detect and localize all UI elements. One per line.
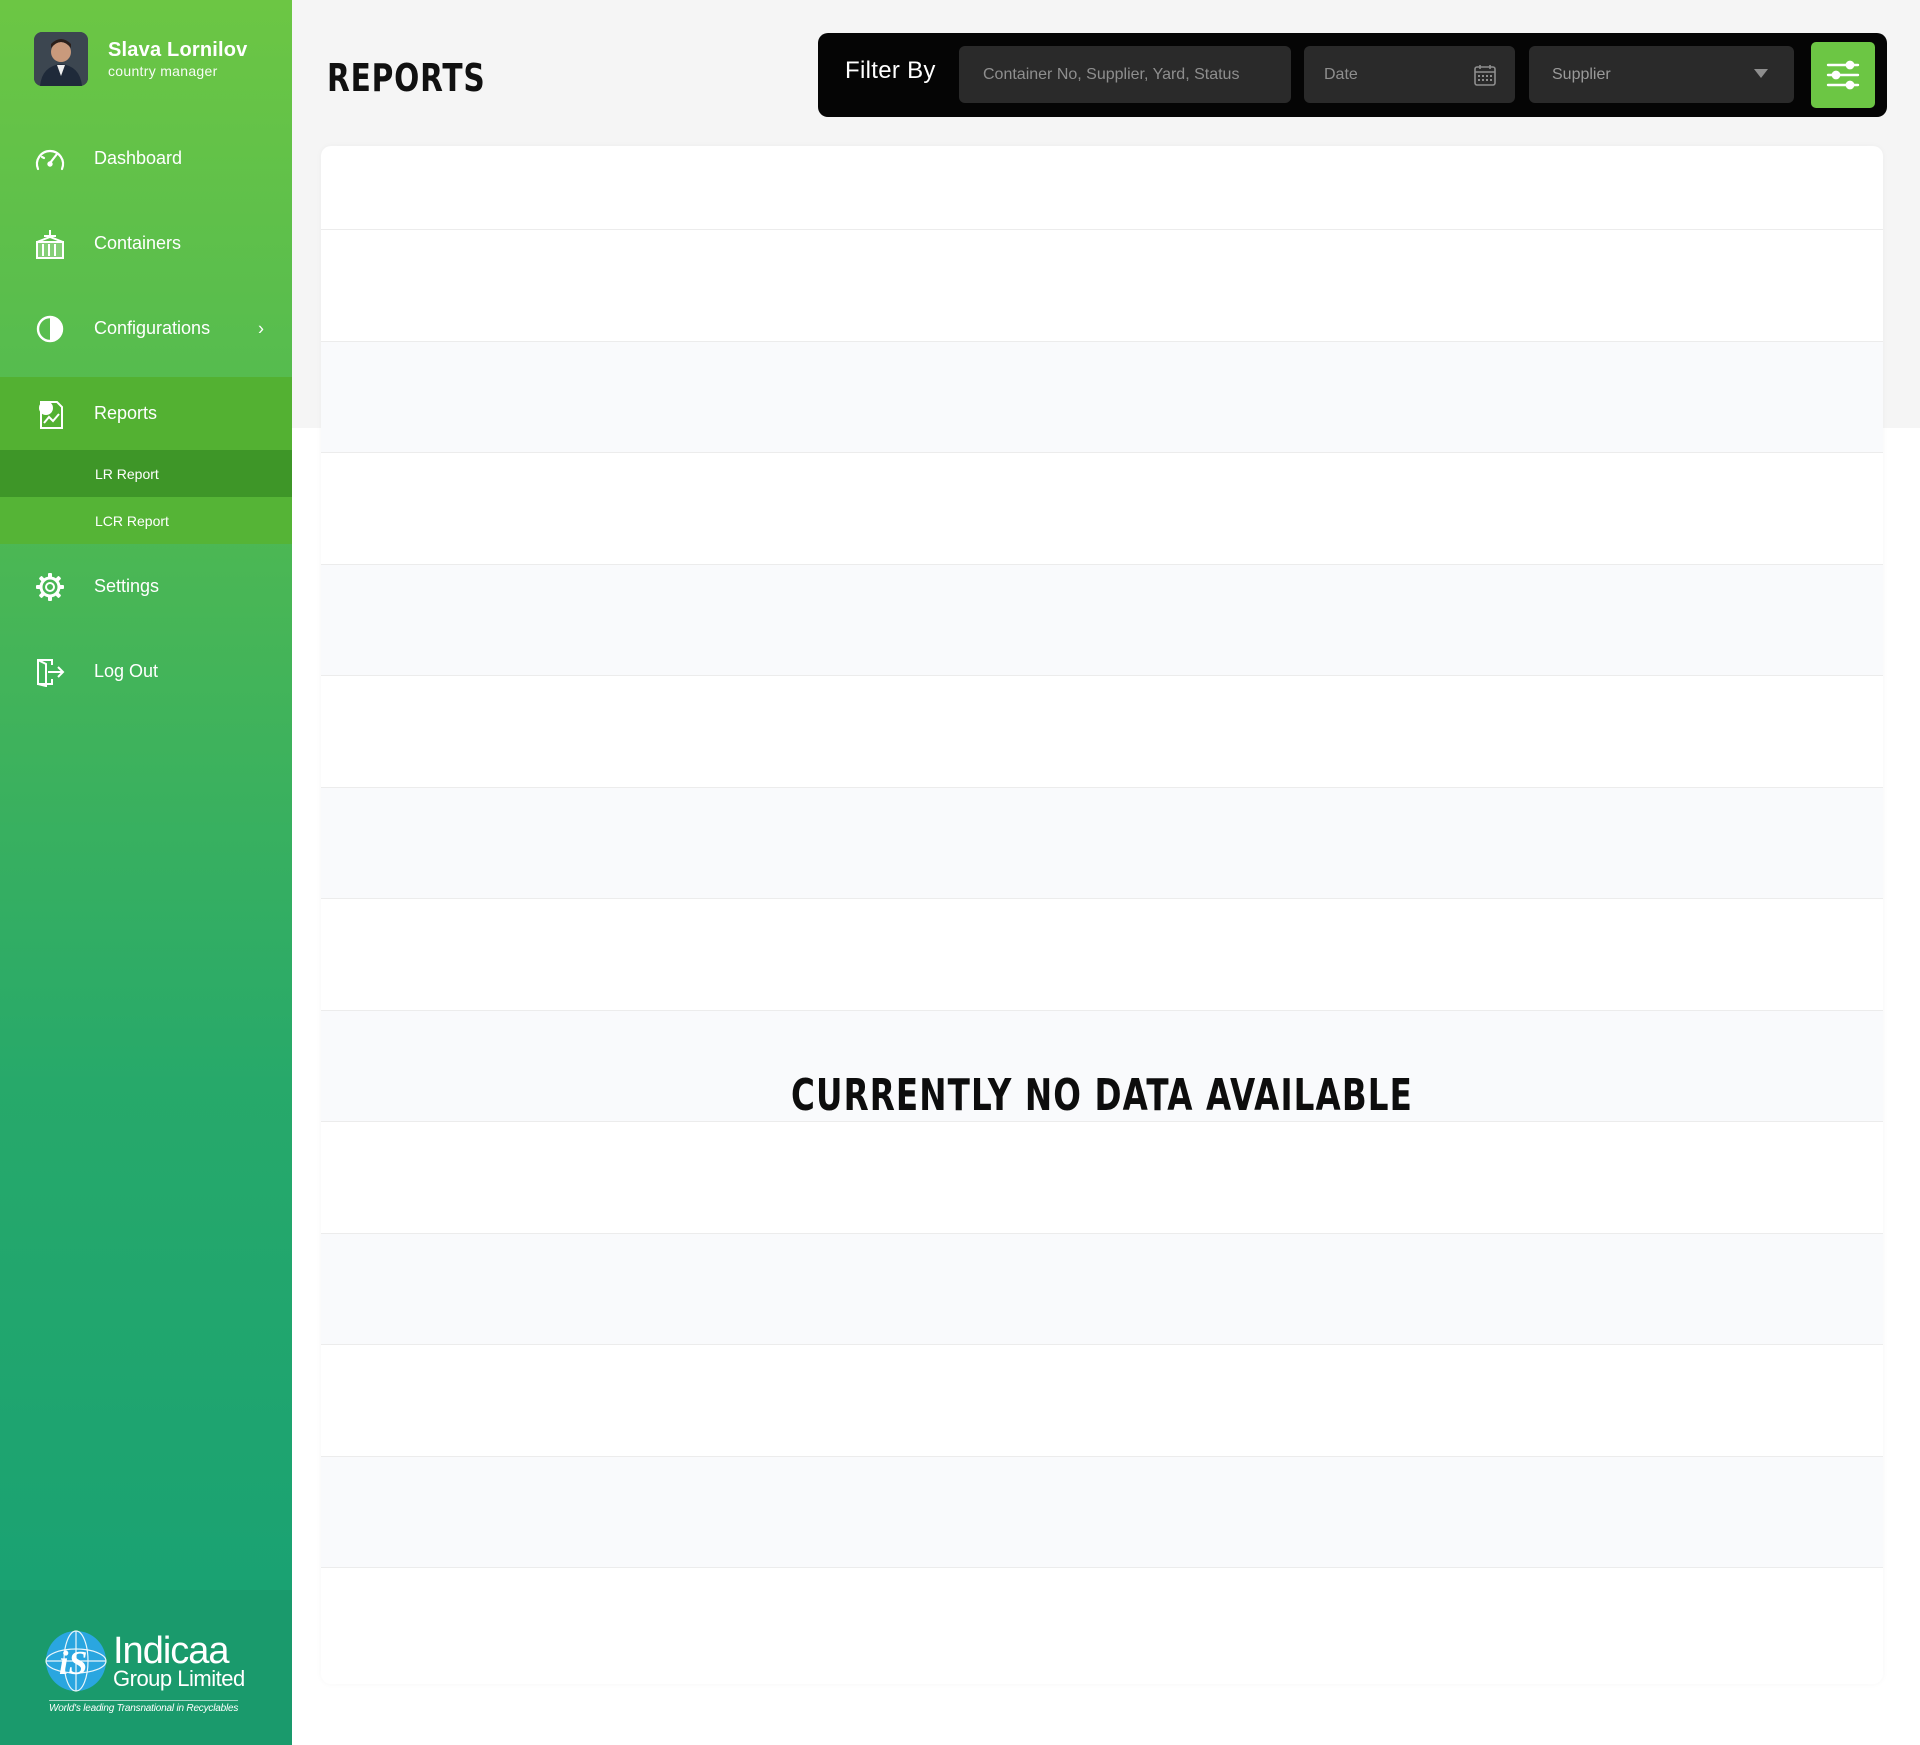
sidebar-item-label: Reports	[94, 403, 158, 423]
submenu-item-lr-report[interactable]: LR Report	[0, 450, 292, 497]
globe-logo-icon: iS	[45, 1629, 107, 1692]
avatar	[34, 32, 88, 86]
half-circle-icon	[34, 313, 66, 345]
sidebar-item-label: Configurations	[94, 318, 211, 338]
sidebar-item-label: Dashboard	[94, 148, 183, 168]
table-row	[321, 1122, 1883, 1234]
user-role: country manager	[108, 63, 218, 79]
sidebar-item-logout[interactable]: Log Out	[0, 629, 292, 714]
chevron-right-icon: ›	[258, 318, 264, 338]
table-row	[321, 230, 1883, 342]
sidebar-item-dashboard[interactable]: Dashboard	[0, 116, 292, 201]
table-row	[321, 787, 1883, 899]
sidebar-nav: Dashboard Containers Configurations › Re…	[0, 116, 292, 714]
sidebar-item-label: Log Out	[94, 661, 159, 681]
table-row	[321, 676, 1883, 788]
supplier-select-value: Supplier	[1552, 65, 1611, 83]
sliders-icon	[1826, 60, 1860, 90]
brand-tagline: World's leading Transnational in Recycla…	[49, 1699, 238, 1714]
logout-icon	[34, 656, 66, 688]
sidebar-item-containers[interactable]: Containers	[0, 201, 292, 286]
table-row	[321, 899, 1883, 1011]
table-row	[321, 341, 1883, 453]
filter-apply-button[interactable]	[1811, 42, 1875, 108]
date-input[interactable]	[1304, 46, 1515, 103]
sidebar: Slava Lornilov country manager Dashboard	[0, 0, 292, 1745]
sidebar-item-label: Containers	[94, 233, 182, 253]
table-header	[321, 146, 1883, 230]
brand-logo: iS Indicaa Group Limited World's leading…	[0, 1590, 292, 1745]
search-input[interactable]	[959, 46, 1291, 103]
report-icon	[34, 398, 66, 430]
sidebar-item-reports[interactable]: Reports	[0, 377, 292, 450]
user-name: Slava Lornilov	[108, 39, 248, 61]
filter-bar: Filter By Supplier	[818, 33, 1887, 117]
table-row	[321, 564, 1883, 676]
table-row	[321, 1568, 1883, 1680]
table-row	[321, 1233, 1883, 1345]
sidebar-item-settings[interactable]: Settings	[0, 544, 292, 629]
reports-submenu: LR Report LCR Report	[0, 450, 292, 544]
supplier-select[interactable]: Supplier	[1529, 46, 1794, 103]
submenu-item-lcr-report[interactable]: LCR Report	[0, 497, 292, 544]
brand-name: Indicaa	[113, 1629, 230, 1672]
table-row	[321, 1456, 1883, 1568]
reports-table: CURRENTLY NO DATA AVAILABLE	[321, 146, 1883, 1684]
caret-down-icon	[1754, 69, 1768, 78]
page-title: REPORTS	[327, 56, 486, 100]
filter-label: Filter By	[845, 57, 936, 84]
container-icon	[34, 228, 66, 260]
sidebar-item-configurations[interactable]: Configurations ›	[0, 286, 292, 371]
gear-icon	[34, 571, 66, 603]
speedometer-icon	[34, 143, 66, 175]
svg-text:iS: iS	[59, 1645, 87, 1682]
sidebar-item-label: Settings	[94, 576, 160, 596]
empty-state-message: CURRENTLY NO DATA AVAILABLE	[791, 1070, 1413, 1121]
table-row	[321, 453, 1883, 565]
table-row	[321, 1345, 1883, 1457]
user-profile[interactable]: Slava Lornilov country manager	[34, 32, 248, 86]
brand-subtitle: Group Limited	[113, 1665, 245, 1691]
